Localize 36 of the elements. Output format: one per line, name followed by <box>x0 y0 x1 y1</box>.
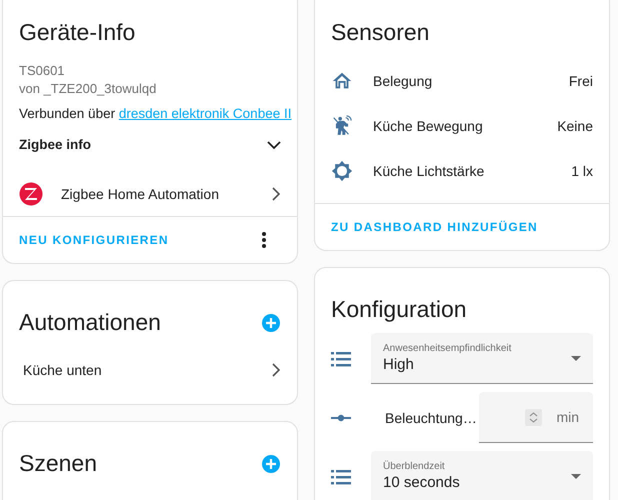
sensor-name[interactable]: Küche Bewegung <box>373 118 558 134</box>
card-title: Szenen <box>19 450 98 477</box>
dropdown-arrow-icon[interactable] <box>571 356 581 360</box>
select-field[interactable]: Überblendzeit 10 seconds <box>371 451 593 500</box>
list-icon <box>331 468 351 484</box>
slider-icon <box>331 414 351 422</box>
card-title: Automationen <box>19 309 161 336</box>
sensor-state: Keine <box>557 118 593 134</box>
more-options-icon[interactable] <box>261 231 267 249</box>
card-title: Sensoren <box>331 19 430 46</box>
chevron-right-icon[interactable] <box>271 187 281 201</box>
sensor-state: 1 lx <box>571 162 593 178</box>
brightness-icon <box>331 160 353 182</box>
automation-item[interactable]: Küche unten <box>23 362 102 378</box>
select-field[interactable]: Anwesenheitsempfindlichkeit High <box>371 333 593 384</box>
list-icon <box>331 350 351 366</box>
number-field[interactable]: min <box>479 392 593 443</box>
sensor-name[interactable]: Küche Lichtstärke <box>373 162 572 178</box>
chevron-down-icon[interactable] <box>267 140 281 150</box>
connected-label: Verbunden über <box>19 106 116 121</box>
model-text: TS0601 <box>19 62 66 80</box>
zigbee-info-label[interactable]: Zigbee info <box>19 137 91 152</box>
dropdown-arrow-icon[interactable] <box>571 474 581 478</box>
zigbee-logo-icon <box>19 182 43 206</box>
add-icon[interactable] <box>261 454 281 474</box>
integration-label[interactable]: Zigbee Home Automation <box>61 186 271 202</box>
manufacturer-text: von _TZE200_3towulqd <box>19 80 158 98</box>
spinner-icon[interactable] <box>525 408 542 426</box>
card-title: Geräte-Info <box>19 19 136 46</box>
walking-person-icon <box>331 114 353 136</box>
card-title: Konfiguration <box>331 296 467 323</box>
chevron-right-icon[interactable] <box>271 363 281 377</box>
add-icon[interactable] <box>261 312 281 332</box>
setting-label: Beleuchtung… <box>384 410 478 426</box>
sensor-state: Frei <box>568 72 593 88</box>
sensor-name[interactable]: Belegung <box>373 72 569 88</box>
